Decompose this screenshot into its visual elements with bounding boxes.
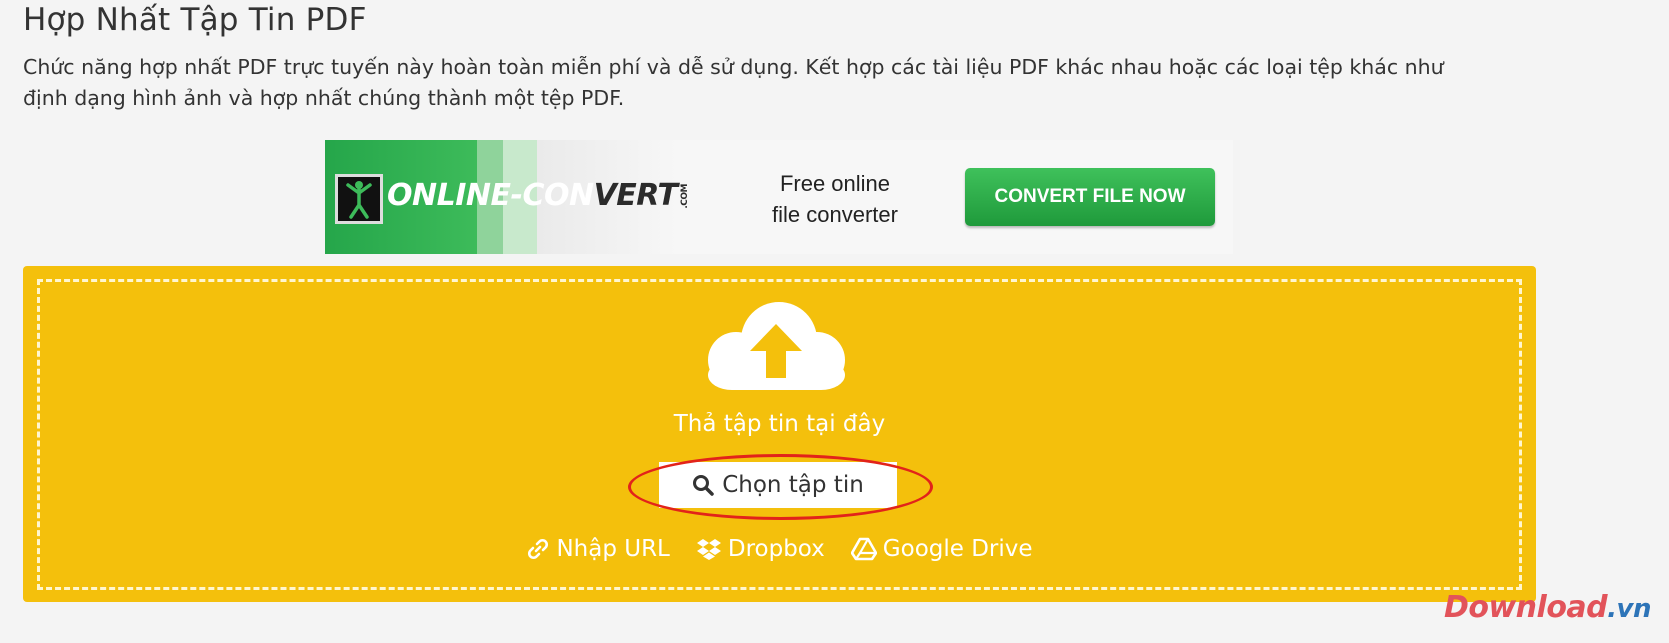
search-icon: [693, 475, 714, 496]
ad-logo-text: ONLINE-CONVERT .COM: [387, 178, 690, 213]
watermark-domain: .vn: [1607, 594, 1651, 624]
google-drive-label: Google Drive: [882, 536, 1033, 562]
page-description: Chức năng hợp nhất PDF trực tuyến này ho…: [23, 55, 1444, 110]
upload-dropzone[interactable]: Thả tập tin tại đây Chọn tập tin Nhập UR…: [23, 266, 1536, 602]
ad-logo-main: ONLINE-CON: [387, 178, 594, 213]
dropbox-link[interactable]: Dropbox: [696, 536, 825, 562]
google-drive-icon: [850, 537, 877, 561]
page: Hợp Nhất Tập Tin PDF Chức năng hợp nhất …: [0, 0, 1669, 643]
dropbox-label: Dropbox: [727, 536, 825, 562]
ad-logo-icon: [335, 174, 383, 224]
cloud-upload-icon: [708, 302, 845, 390]
convert-file-now-button[interactable]: CONVERT FILE NOW: [965, 168, 1215, 226]
enter-url-label: Nhập URL: [556, 536, 670, 562]
dropbox-icon: [696, 539, 721, 560]
ad-banner[interactable]: ONLINE-CONVERT .COM Free online file conv…: [325, 140, 1233, 254]
enter-url-link[interactable]: Nhập URL: [526, 536, 670, 562]
download-vn-watermark: Download.vn: [1443, 590, 1652, 625]
choose-file-button[interactable]: Chọn tập tin: [659, 462, 897, 508]
upload-sources: Nhập URL Dropbox Google Drive: [23, 536, 1536, 562]
google-drive-link[interactable]: Google Drive: [850, 536, 1033, 562]
ad-logo-tail: VERT: [593, 178, 678, 213]
page-title: Hợp Nhất Tập Tin PDF: [23, 2, 367, 38]
ad-tagline-line1: Free online: [779, 171, 891, 196]
choose-file-label: Chọn tập tin: [722, 472, 864, 498]
drop-files-text: Thả tập tin tại đây: [673, 411, 886, 437]
ad-tagline-line2: file converter: [772, 202, 898, 227]
ad-tagline: Free online file converter: [735, 168, 935, 230]
link-icon: [528, 538, 549, 560]
watermark-brand: Download: [1443, 590, 1608, 625]
ad-logo-com: .COM: [679, 184, 690, 209]
